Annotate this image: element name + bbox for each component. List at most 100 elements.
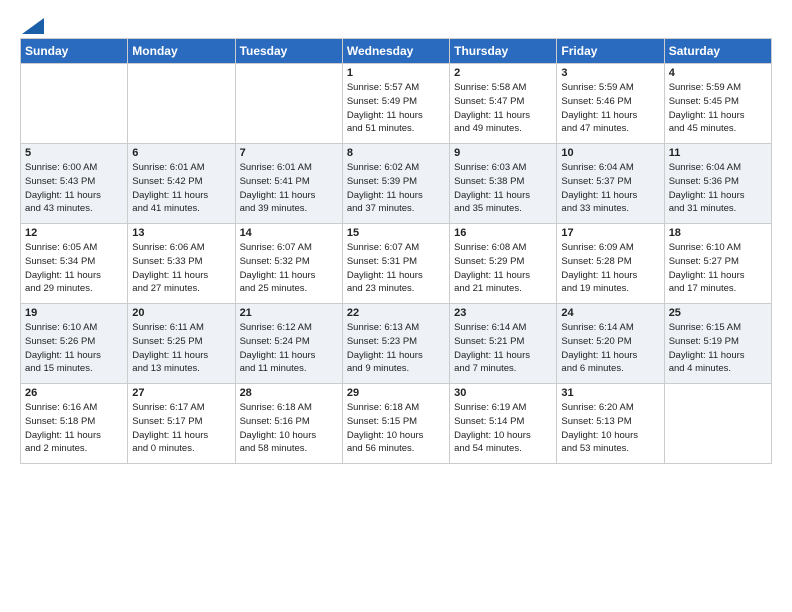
calendar-cell xyxy=(128,64,235,144)
calendar-cell xyxy=(235,64,342,144)
calendar-cell: 23 Sunrise: 6:14 AM Sunset: 5:21 PM Dayli… xyxy=(450,304,557,384)
calendar-cell: 3 Sunrise: 5:59 AM Sunset: 5:46 PM Daylig… xyxy=(557,64,664,144)
day-info: Sunrise: 6:14 AM Sunset: 5:20 PM Dayligh… xyxy=(561,321,659,376)
day-number: 29 xyxy=(347,387,445,399)
calendar-week-row-3: 12Sunrise: 6:05 AM Sunset: 5:34 PM Dayli… xyxy=(21,224,772,304)
day-info: Sunrise: 6:20 AM Sunset: 5:13 PM Dayligh… xyxy=(561,401,659,456)
logo-icon xyxy=(22,18,44,34)
calendar-cell: 7 Sunrise: 6:01 AM Sunset: 5:41 PM Daylig… xyxy=(235,144,342,224)
day-info: Sunrise: 6:02 AM Sunset: 5:39 PM Dayligh… xyxy=(347,161,445,216)
day-number: 26 xyxy=(25,387,123,399)
day-info: Sunrise: 6:11 AM Sunset: 5:25 PM Dayligh… xyxy=(132,321,230,376)
day-number: 1 xyxy=(347,67,445,79)
calendar-cell xyxy=(664,384,771,464)
day-info: Sunrise: 6:01 AM Sunset: 5:41 PM Dayligh… xyxy=(240,161,338,216)
calendar-cell: 1 Sunrise: 5:57 AM Sunset: 5:49 PM Daylig… xyxy=(342,64,449,144)
day-number: 6 xyxy=(132,147,230,159)
calendar-cell: 12Sunrise: 6:05 AM Sunset: 5:34 PM Dayli… xyxy=(21,224,128,304)
day-info: Sunrise: 6:12 AM Sunset: 5:24 PM Dayligh… xyxy=(240,321,338,376)
day-info: Sunrise: 6:17 AM Sunset: 5:17 PM Dayligh… xyxy=(132,401,230,456)
calendar-cell: 24Sunrise: 6:14 AM Sunset: 5:20 PM Dayli… xyxy=(557,304,664,384)
calendar-cell: 16 Sunrise: 6:08 AM Sunset: 5:29 PM Dayli… xyxy=(450,224,557,304)
calendar-header-row: SundayMondayTuesdayWednesdayThursdayFrid… xyxy=(21,39,772,64)
calendar-cell: 26 Sunrise: 6:16 AM Sunset: 5:18 PM Dayli… xyxy=(21,384,128,464)
calendar-header-saturday: Saturday xyxy=(664,39,771,64)
page: SundayMondayTuesdayWednesdayThursdayFrid… xyxy=(0,0,792,612)
calendar-week-row-4: 19Sunrise: 6:10 AM Sunset: 5:26 PM Dayli… xyxy=(21,304,772,384)
calendar-cell: 4 Sunrise: 5:59 AM Sunset: 5:45 PM Daylig… xyxy=(664,64,771,144)
calendar-cell: 22 Sunrise: 6:13 AM Sunset: 5:23 PM Dayli… xyxy=(342,304,449,384)
calendar-week-row-2: 5 Sunrise: 6:00 AM Sunset: 5:43 PM Daylig… xyxy=(21,144,772,224)
day-info: Sunrise: 6:07 AM Sunset: 5:31 PM Dayligh… xyxy=(347,241,445,296)
day-info: Sunrise: 6:19 AM Sunset: 5:14 PM Dayligh… xyxy=(454,401,552,456)
calendar-cell: 5 Sunrise: 6:00 AM Sunset: 5:43 PM Daylig… xyxy=(21,144,128,224)
day-number: 23 xyxy=(454,307,552,319)
header xyxy=(20,18,772,30)
calendar-cell: 31 Sunrise: 6:20 AM Sunset: 5:13 PM Dayli… xyxy=(557,384,664,464)
day-number: 25 xyxy=(669,307,767,319)
day-info: Sunrise: 6:18 AM Sunset: 5:16 PM Dayligh… xyxy=(240,401,338,456)
day-number: 20 xyxy=(132,307,230,319)
day-number: 18 xyxy=(669,227,767,239)
day-number: 31 xyxy=(561,387,659,399)
day-number: 27 xyxy=(132,387,230,399)
calendar-cell: 17Sunrise: 6:09 AM Sunset: 5:28 PM Dayli… xyxy=(557,224,664,304)
day-number: 17 xyxy=(561,227,659,239)
calendar-week-row-5: 26 Sunrise: 6:16 AM Sunset: 5:18 PM Dayli… xyxy=(21,384,772,464)
day-info: Sunrise: 6:01 AM Sunset: 5:42 PM Dayligh… xyxy=(132,161,230,216)
day-number: 2 xyxy=(454,67,552,79)
day-number: 21 xyxy=(240,307,338,319)
day-number: 8 xyxy=(347,147,445,159)
calendar-cell: 21 Sunrise: 6:12 AM Sunset: 5:24 PM Dayli… xyxy=(235,304,342,384)
day-number: 10 xyxy=(561,147,659,159)
day-info: Sunrise: 6:03 AM Sunset: 5:38 PM Dayligh… xyxy=(454,161,552,216)
day-number: 11 xyxy=(669,147,767,159)
day-number: 22 xyxy=(347,307,445,319)
day-number: 13 xyxy=(132,227,230,239)
calendar-cell xyxy=(21,64,128,144)
calendar-table: SundayMondayTuesdayWednesdayThursdayFrid… xyxy=(20,38,772,464)
calendar-cell: 28 Sunrise: 6:18 AM Sunset: 5:16 PM Dayli… xyxy=(235,384,342,464)
day-info: Sunrise: 5:59 AM Sunset: 5:46 PM Dayligh… xyxy=(561,81,659,136)
day-info: Sunrise: 6:00 AM Sunset: 5:43 PM Dayligh… xyxy=(25,161,123,216)
day-number: 5 xyxy=(25,147,123,159)
calendar-cell: 9 Sunrise: 6:03 AM Sunset: 5:38 PM Daylig… xyxy=(450,144,557,224)
calendar-week-row-1: 1 Sunrise: 5:57 AM Sunset: 5:49 PM Daylig… xyxy=(21,64,772,144)
day-number: 12 xyxy=(25,227,123,239)
calendar-cell: 20 Sunrise: 6:11 AM Sunset: 5:25 PM Dayli… xyxy=(128,304,235,384)
day-number: 30 xyxy=(454,387,552,399)
logo xyxy=(20,18,44,30)
calendar-header-wednesday: Wednesday xyxy=(342,39,449,64)
calendar-cell: 25Sunrise: 6:15 AM Sunset: 5:19 PM Dayli… xyxy=(664,304,771,384)
calendar-cell: 10 Sunrise: 6:04 AM Sunset: 5:37 PM Dayli… xyxy=(557,144,664,224)
day-number: 7 xyxy=(240,147,338,159)
calendar-header-thursday: Thursday xyxy=(450,39,557,64)
day-info: Sunrise: 6:14 AM Sunset: 5:21 PM Dayligh… xyxy=(454,321,552,376)
day-info: Sunrise: 6:04 AM Sunset: 5:37 PM Dayligh… xyxy=(561,161,659,216)
calendar-cell: 6 Sunrise: 6:01 AM Sunset: 5:42 PM Daylig… xyxy=(128,144,235,224)
calendar-cell: 29Sunrise: 6:18 AM Sunset: 5:15 PM Dayli… xyxy=(342,384,449,464)
day-info: Sunrise: 6:06 AM Sunset: 5:33 PM Dayligh… xyxy=(132,241,230,296)
day-info: Sunrise: 6:10 AM Sunset: 5:27 PM Dayligh… xyxy=(669,241,767,296)
calendar-cell: 27 Sunrise: 6:17 AM Sunset: 5:17 PM Dayli… xyxy=(128,384,235,464)
day-info: Sunrise: 6:13 AM Sunset: 5:23 PM Dayligh… xyxy=(347,321,445,376)
day-number: 14 xyxy=(240,227,338,239)
day-number: 4 xyxy=(669,67,767,79)
calendar-header-friday: Friday xyxy=(557,39,664,64)
calendar-cell: 14 Sunrise: 6:07 AM Sunset: 5:32 PM Dayli… xyxy=(235,224,342,304)
day-info: Sunrise: 6:08 AM Sunset: 5:29 PM Dayligh… xyxy=(454,241,552,296)
calendar-cell: 13 Sunrise: 6:06 AM Sunset: 5:33 PM Dayli… xyxy=(128,224,235,304)
calendar-header-tuesday: Tuesday xyxy=(235,39,342,64)
calendar-header-sunday: Sunday xyxy=(21,39,128,64)
day-number: 15 xyxy=(347,227,445,239)
calendar-cell: 18 Sunrise: 6:10 AM Sunset: 5:27 PM Dayli… xyxy=(664,224,771,304)
day-info: Sunrise: 6:07 AM Sunset: 5:32 PM Dayligh… xyxy=(240,241,338,296)
calendar-cell: 15 Sunrise: 6:07 AM Sunset: 5:31 PM Dayli… xyxy=(342,224,449,304)
day-number: 9 xyxy=(454,147,552,159)
day-number: 3 xyxy=(561,67,659,79)
day-info: Sunrise: 6:16 AM Sunset: 5:18 PM Dayligh… xyxy=(25,401,123,456)
day-number: 16 xyxy=(454,227,552,239)
day-number: 28 xyxy=(240,387,338,399)
day-info: Sunrise: 5:59 AM Sunset: 5:45 PM Dayligh… xyxy=(669,81,767,136)
day-info: Sunrise: 5:57 AM Sunset: 5:49 PM Dayligh… xyxy=(347,81,445,136)
